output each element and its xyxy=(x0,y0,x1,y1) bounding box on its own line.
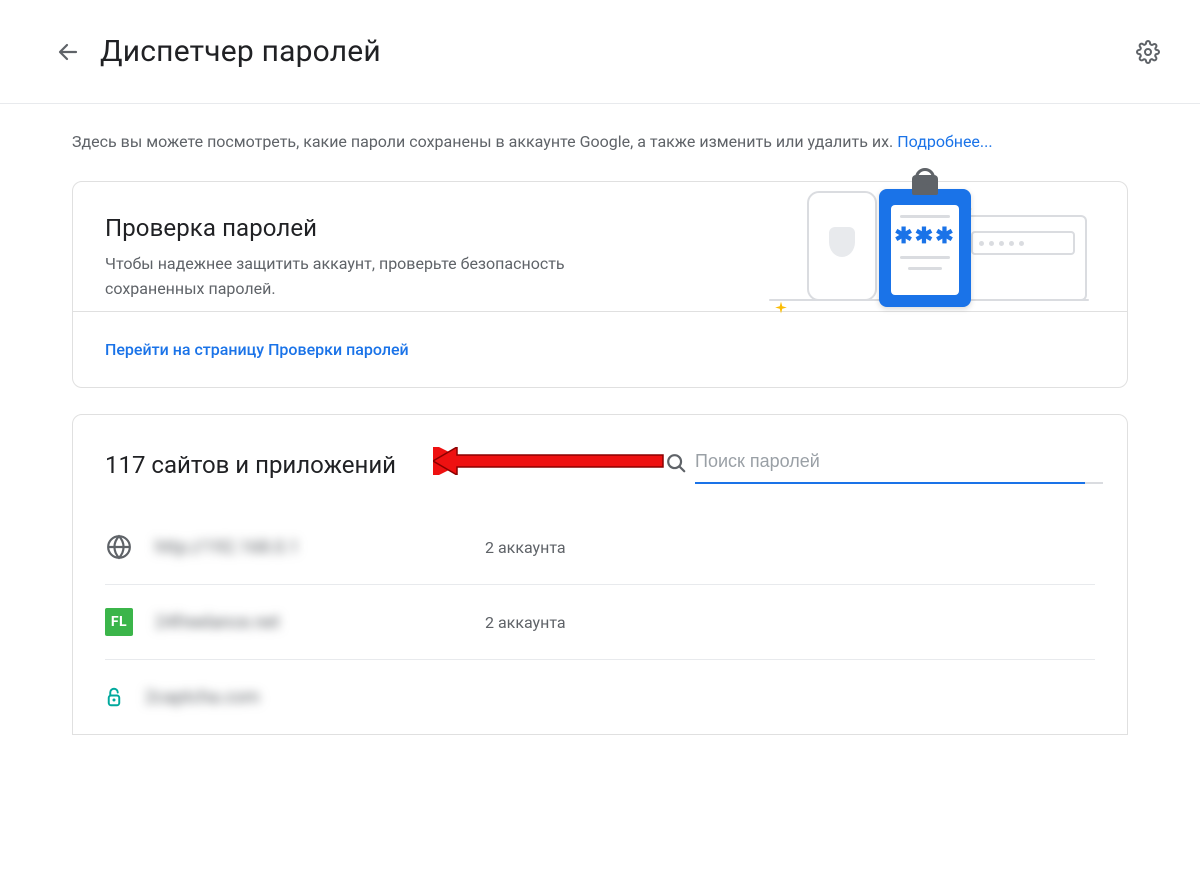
sites-card: 117 сайтов и приложений xyxy=(72,414,1128,735)
globe-icon xyxy=(105,533,133,561)
password-checkup-card: Проверка паролей Чтобы надежнее защитить… xyxy=(72,181,1128,389)
checkup-link[interactable]: Перейти на страницу Проверки паролей xyxy=(105,340,409,359)
site-row[interactable]: FL 24freelance.net 2 аккаунта xyxy=(105,585,1095,660)
sites-list: http://192.168.0.1 2 аккаунта FL 24freel… xyxy=(105,510,1095,734)
checkup-description: Чтобы надежнее защитить аккаунт, проверь… xyxy=(105,252,605,302)
intro-text: Здесь вы можете посмотреть, какие пароли… xyxy=(72,130,1132,155)
lock-open-icon xyxy=(105,685,123,709)
learn-more-link[interactable]: Подробнее... xyxy=(897,132,992,151)
annotation-arrow xyxy=(433,447,669,475)
search-icon[interactable] xyxy=(665,452,687,478)
back-button[interactable] xyxy=(44,28,92,76)
sparkle-icon xyxy=(771,300,791,320)
search-input[interactable] xyxy=(695,445,1085,484)
search-underline-extension xyxy=(1085,482,1103,484)
site-accounts: 2 аккаунта xyxy=(485,613,566,632)
illustration-clipboard: ✱✱✱ xyxy=(879,189,971,307)
fl-icon: FL xyxy=(105,608,133,636)
illustration-laptop xyxy=(957,215,1087,301)
intro-text-content: Здесь вы можете посмотреть, какие пароли… xyxy=(72,132,897,151)
sites-count: 117 сайтов и приложений xyxy=(105,451,396,479)
checkup-content: Проверка паролей Чтобы надежнее защитить… xyxy=(73,182,1127,312)
site-row[interactable]: http://192.168.0.1 2 аккаунта xyxy=(105,510,1095,585)
site-accounts: 2 аккаунта xyxy=(485,538,566,557)
site-name: 2captcha.com xyxy=(145,687,475,708)
settings-button[interactable] xyxy=(1124,28,1172,76)
search-wrap xyxy=(695,445,1095,484)
sites-header: 117 сайтов и приложений xyxy=(73,415,1127,484)
checkup-illustration: ✱✱✱ xyxy=(749,214,1109,302)
site-row[interactable]: 2captcha.com xyxy=(105,660,1095,734)
page-title: Диспетчер паролей xyxy=(100,34,1124,69)
site-name: 24freelance.net xyxy=(155,612,485,633)
illustration-phone xyxy=(807,191,877,301)
arrow-left-icon xyxy=(56,40,80,64)
app-header: Диспетчер паролей xyxy=(0,0,1200,104)
checkup-link-row: Перейти на страницу Проверки паролей xyxy=(73,311,1127,387)
checkup-title: Проверка паролей xyxy=(105,214,749,242)
site-name: http://192.168.0.1 xyxy=(155,537,485,558)
gear-icon xyxy=(1136,40,1160,64)
illustration-asterisks: ✱✱✱ xyxy=(894,226,955,248)
site-favicon: FL xyxy=(105,608,133,636)
